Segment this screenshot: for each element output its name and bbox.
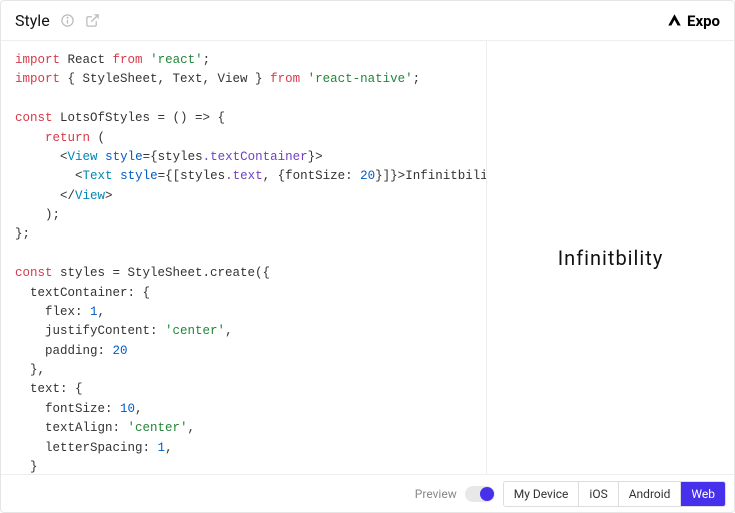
tab-my-device[interactable]: My Device bbox=[504, 482, 579, 506]
header-left: Style bbox=[15, 11, 667, 30]
expo-logo-icon bbox=[667, 13, 682, 28]
preview-label: Preview bbox=[415, 487, 457, 501]
app-window: Style Expo import React from 'react'; im… bbox=[0, 0, 735, 513]
main-area: import React from 'react'; import { Styl… bbox=[1, 41, 734, 474]
external-link-icon[interactable] bbox=[85, 13, 100, 28]
tab-web[interactable]: Web bbox=[680, 482, 725, 506]
code-editor[interactable]: import React from 'react'; import { Styl… bbox=[1, 41, 486, 474]
tab-ios[interactable]: iOS bbox=[578, 482, 617, 506]
project-title: Style bbox=[15, 11, 50, 30]
tab-android[interactable]: Android bbox=[618, 482, 681, 506]
brand-label: Expo bbox=[687, 12, 720, 30]
platform-tabs: My Device iOS Android Web bbox=[503, 481, 726, 507]
preview-pane: Infinitbility bbox=[486, 41, 734, 474]
header-bar: Style Expo bbox=[1, 1, 734, 41]
footer-bar: Preview My Device iOS Android Web bbox=[1, 474, 734, 512]
preview-output-text: Infinitbility bbox=[558, 246, 664, 270]
preview-toggle[interactable] bbox=[465, 486, 495, 502]
expo-brand[interactable]: Expo bbox=[667, 12, 720, 30]
info-icon[interactable] bbox=[60, 13, 75, 28]
